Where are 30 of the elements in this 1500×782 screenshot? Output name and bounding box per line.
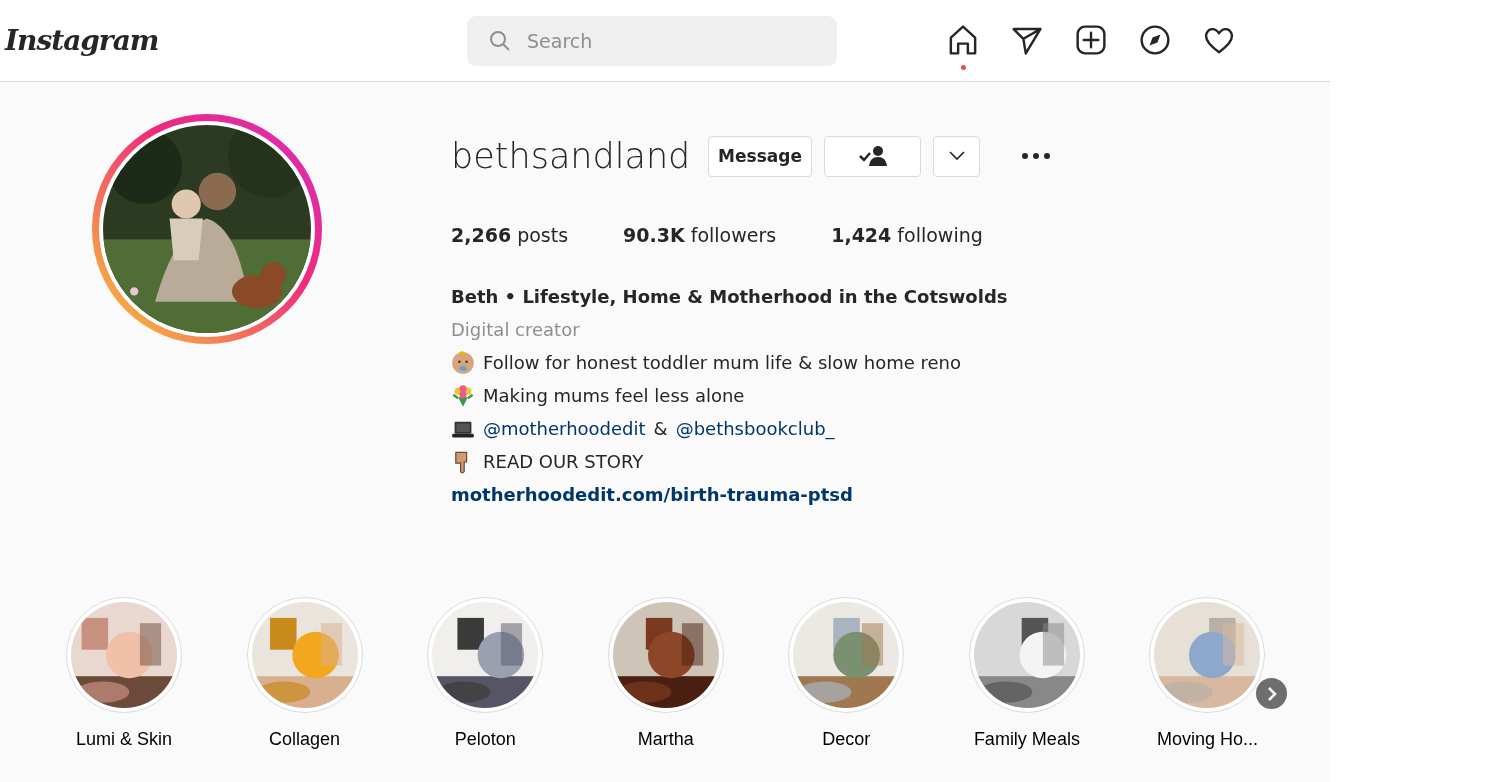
- bio-text: Follow for honest toddler mum life & slow home reno: [483, 351, 961, 375]
- category-label: Digital creator: [451, 318, 581, 342]
- person-check-icon: [857, 145, 888, 167]
- following-button[interactable]: [824, 135, 921, 177]
- highlight-label: Decor: [821, 729, 872, 750]
- message-button[interactable]: Message: [708, 135, 812, 177]
- mention-link[interactable]: @motherhoodedit: [483, 412, 646, 445]
- search-field[interactable]: Search: [467, 15, 837, 66]
- username: bethsandland: [451, 136, 692, 176]
- next-arrow-button[interactable]: [1256, 678, 1287, 709]
- highlight-label: Family Meals: [972, 729, 1081, 750]
- chevron-down-icon: [948, 151, 965, 161]
- profile-name: Beth • Lifestyle, Home & Motherhood in the Cotswolds: [451, 285, 1009, 309]
- highlight-label: Collagen: [268, 729, 342, 750]
- stat-count[interactable]: 90.3K followers: [623, 224, 777, 246]
- highlight-label: Moving Ho...: [1155, 729, 1259, 750]
- chevron-right-icon: [1266, 686, 1277, 701]
- stat-count[interactable]: 1,424 following: [831, 224, 983, 246]
- mention-link[interactable]: @bethsbookclub_: [675, 412, 835, 445]
- bio-text: &: [653, 417, 668, 441]
- website-link[interactable]: motherhoodedit.com/birth-trauma-ptsd: [451, 478, 853, 511]
- stat-count[interactable]: 2,266 posts: [451, 224, 569, 246]
- baby-face-icon: [451, 350, 475, 375]
- highlight-label: Martha: [636, 729, 695, 750]
- bio-text: READ OUR STORY: [483, 450, 644, 474]
- highlight-label: Peloton: [453, 729, 517, 750]
- bio-text: Making mums feel less alone: [483, 384, 745, 408]
- flower-bouquet-icon: [451, 383, 475, 408]
- highlight-label: Lumi & Skin: [74, 729, 173, 750]
- search-icon: [489, 29, 511, 52]
